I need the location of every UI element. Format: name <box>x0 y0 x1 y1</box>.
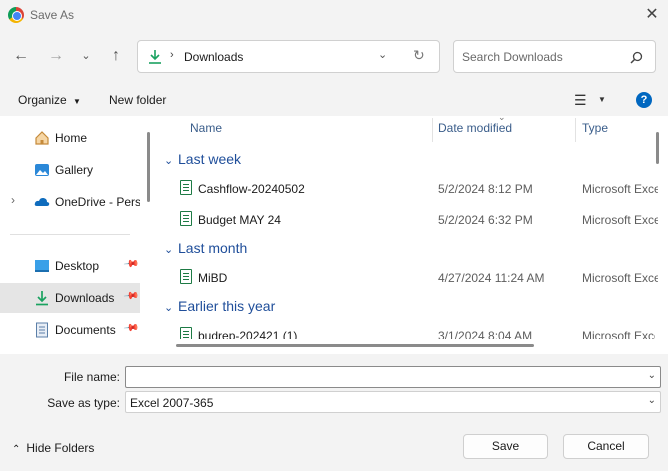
command-bar <box>0 86 668 116</box>
help-icon[interactable]: ? <box>636 92 652 108</box>
file-type: Microsoft Excel <box>582 329 655 339</box>
search-icon[interactable] <box>630 51 643 64</box>
download-icon <box>36 291 48 306</box>
pin-icon: 📌 <box>122 256 140 273</box>
sidebar-item-label: Home <box>55 131 88 145</box>
excel-file-icon <box>180 327 192 339</box>
group-header[interactable]: ⌄ Last month <box>164 240 247 256</box>
sidebar-item-label: OneDrive - Perso <box>55 195 140 209</box>
chevron-down-icon: ⌄ <box>164 244 174 256</box>
sidebar-item-label: Documents <box>55 323 116 337</box>
file-name-label: File name: <box>63 370 120 384</box>
view-options-icon[interactable]: ☰ <box>574 92 587 109</box>
cancel-button[interactable]: Cancel <box>563 434 649 459</box>
save-type-select[interactable]: Excel 2007-365 ⌄ <box>125 391 661 413</box>
excel-file-icon <box>180 211 192 226</box>
caret-down-icon: ▼ <box>73 97 81 106</box>
file-type: Microsoft Excel <box>582 271 658 285</box>
gallery-icon <box>35 164 49 176</box>
close-icon[interactable]: ✕ <box>640 4 664 26</box>
file-date: 5/2/2024 6:32 PM <box>438 213 533 227</box>
chevron-down-icon[interactable]: ⌄ <box>74 44 98 68</box>
organize-label: Organize <box>18 93 67 107</box>
sidebar-item-gallery[interactable]: Gallery <box>0 155 140 185</box>
address-dropdown-icon[interactable]: ⌄ <box>378 48 387 61</box>
excel-file-icon <box>180 269 192 284</box>
new-folder-button[interactable]: New folder <box>109 93 166 107</box>
title-bar <box>0 0 668 30</box>
sidebar-divider <box>10 234 130 235</box>
search-input[interactable]: Search Downloads <box>453 40 656 73</box>
file-type: Microsoft Excel <box>582 213 658 227</box>
view-caret-icon[interactable]: ▼ <box>598 95 606 104</box>
vertical-scrollbar[interactable] <box>656 132 659 164</box>
sidebar-item-home[interactable]: Home <box>0 123 140 153</box>
arrow-left-icon[interactable]: ← <box>9 44 33 68</box>
search-placeholder: Search Downloads <box>462 50 563 64</box>
organize-button[interactable]: Organize ▼ <box>18 93 81 107</box>
sidebar-item-desktop[interactable]: Desktop 📌 <box>0 251 140 281</box>
file-name-field[interactable]: ⌄ <box>125 366 661 388</box>
hide-folders-button[interactable]: ⌃ Hide Folders <box>12 441 94 455</box>
sidebar-item-label: Desktop <box>55 259 100 273</box>
cloud-icon <box>34 197 50 206</box>
column-divider[interactable] <box>575 118 576 142</box>
home-icon <box>35 131 49 145</box>
file-type: Microsoft Excel <box>582 182 658 196</box>
file-name[interactable]: Cashflow-20240502 <box>198 182 305 196</box>
group-label: Last week <box>178 151 242 167</box>
chevron-down-icon: ⌄ <box>164 302 174 314</box>
refresh-icon[interactable]: ↻ <box>413 47 425 64</box>
chevron-down-icon[interactable]: ⌄ <box>648 370 656 381</box>
breadcrumb-chevron-icon: › <box>170 49 174 61</box>
file-date: 4/27/2024 11:24 AM <box>438 271 545 285</box>
sidebar-item-downloads[interactable]: Downloads 📌 <box>0 283 140 313</box>
arrow-up-icon[interactable]: ↑ <box>104 44 128 68</box>
group-label: Earlier this year <box>178 298 276 314</box>
excel-file-icon <box>180 180 192 195</box>
documents-icon <box>36 322 48 338</box>
address-bar[interactable]: › Downloads ⌄ ↻ <box>137 40 440 73</box>
file-name[interactable]: budrep-202421 (1) <box>198 329 297 339</box>
chrome-icon <box>8 7 24 23</box>
breadcrumb[interactable]: Downloads <box>184 50 243 64</box>
group-header[interactable]: ⌄ Earlier this year <box>164 298 275 314</box>
file-date: 3/1/2024 8:04 AM <box>438 329 533 339</box>
chevron-down-icon: ⌄ <box>164 155 174 167</box>
chevron-up-icon: ⌃ <box>12 444 21 455</box>
sidebar-item-onedrive[interactable]: › OneDrive - Perso <box>0 187 140 217</box>
save-type-value: Excel 2007-365 <box>130 396 214 410</box>
window-title: Save As <box>30 8 75 22</box>
sidebar-item-documents[interactable]: Documents 📌 <box>0 315 140 345</box>
column-divider[interactable] <box>432 118 433 142</box>
chevron-down-icon[interactable]: ⌄ <box>648 395 656 406</box>
pin-icon: 📌 <box>122 320 140 337</box>
horizontal-scrollbar[interactable] <box>176 344 534 347</box>
pin-icon: 📌 <box>122 288 140 305</box>
file-name[interactable]: MiBD <box>198 271 227 285</box>
save-type-label: Save as type: <box>47 396 120 410</box>
group-header[interactable]: ⌄ Last week <box>164 151 241 167</box>
column-header-type[interactable]: Type <box>582 121 608 135</box>
column-header-date[interactable]: Date modified <box>438 121 512 135</box>
sidebar-scrollbar[interactable] <box>147 132 150 202</box>
desktop-icon <box>35 260 49 272</box>
file-date: 5/2/2024 8:12 PM <box>438 182 533 196</box>
chevron-right-icon[interactable]: › <box>11 193 15 207</box>
partial-row-clip: budrep-202421 (1) 3/1/2024 8:04 AM Micro… <box>155 322 655 339</box>
save-button[interactable]: Save <box>463 434 548 459</box>
arrow-right-icon[interactable]: → <box>44 44 68 68</box>
column-header-name[interactable]: Name <box>190 121 222 135</box>
download-icon <box>149 50 161 64</box>
sidebar-item-label: Gallery <box>55 163 94 177</box>
group-label: Last month <box>178 240 248 256</box>
hide-folders-label: Hide Folders <box>26 441 95 455</box>
sidebar-item-label: Downloads <box>55 291 115 305</box>
file-name[interactable]: Budget MAY 24 <box>198 213 281 227</box>
